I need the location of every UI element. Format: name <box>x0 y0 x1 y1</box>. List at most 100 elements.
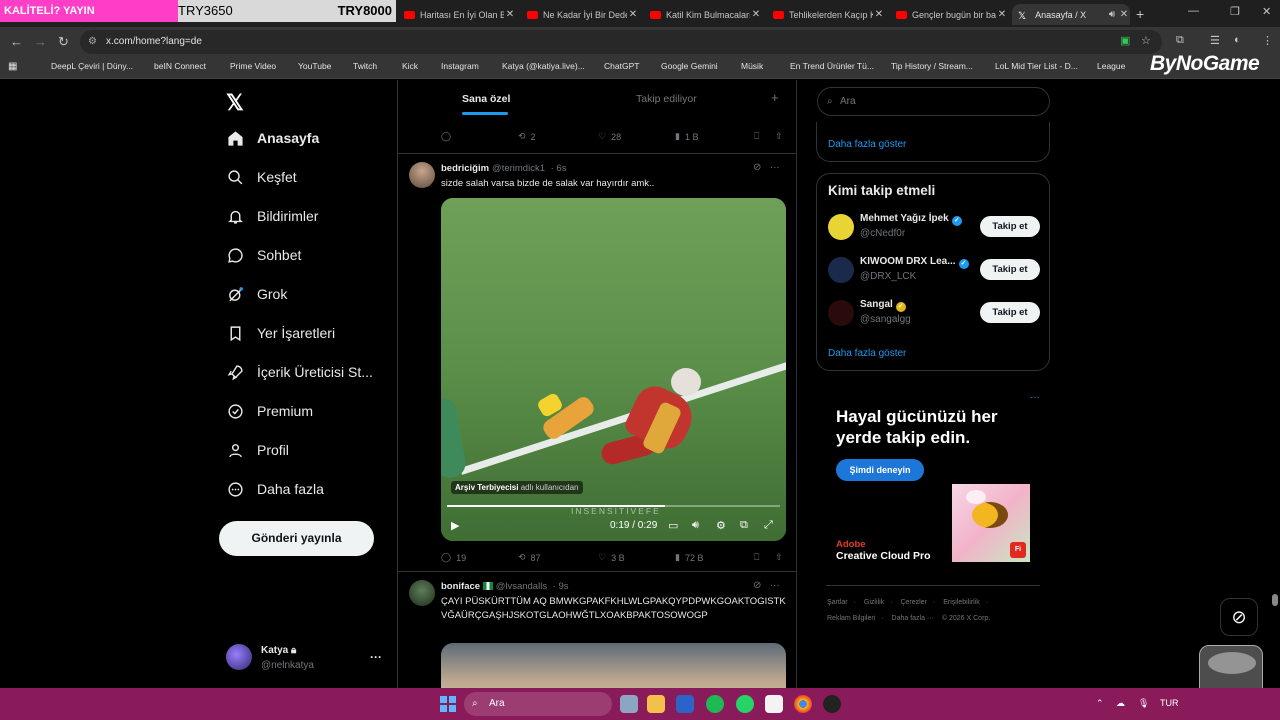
share-icon[interactable]: ⇧ <box>775 552 783 563</box>
obs-icon[interactable] <box>823 695 841 713</box>
like-button[interactable]: ♡ 3 B <box>598 552 625 563</box>
tweet-image[interactable] <box>441 643 786 688</box>
more-dots-icon[interactable]: ··· <box>370 650 382 664</box>
mic-icon[interactable]: 🎙︎ <box>1138 698 1149 709</box>
minimize-icon[interactable]: — <box>1188 5 1199 17</box>
bookmark-folder[interactable]: Müsik <box>728 61 763 71</box>
reload-icon[interactable]: ↻ <box>58 34 69 50</box>
bookmark-item[interactable]: LoL Mid Tier List - D... <box>982 61 1078 71</box>
tab-audio-icon[interactable]: 🔊︎ <box>1106 9 1118 20</box>
close-tab-icon[interactable]: ✕ <box>504 9 516 20</box>
nav-item-premium[interactable]: Premium <box>226 396 313 426</box>
tab-for-you[interactable]: Sana özel <box>462 93 510 115</box>
tab-following[interactable]: Takip ediliyor <box>636 93 697 105</box>
bookmark-item[interactable]: Katya (@katiya.live)... <box>489 61 585 71</box>
site-info-icon[interactable]: ⚙ <box>88 30 97 54</box>
play-icon[interactable]: ▶ <box>451 519 459 532</box>
scrollbar[interactable] <box>1272 80 1278 688</box>
taskbar-search[interactable]: ⌕ Ara <box>464 692 612 716</box>
fullscreen-icon[interactable]: ⤢ <box>764 519 773 532</box>
follow-button[interactable]: Takip et <box>980 302 1040 323</box>
new-tab-button[interactable]: + <box>1136 6 1144 22</box>
close-tab-icon[interactable]: ✕ <box>996 9 1008 20</box>
bookmark-item[interactable]: En Trend Ürünler Tü... <box>777 61 874 71</box>
bookmark-item[interactable]: ChatGPT <box>591 61 639 71</box>
volume-icon[interactable]: 🔊︎ <box>692 519 699 532</box>
pip-icon[interactable]: ⧉ <box>740 519 748 532</box>
mail-icon[interactable] <box>676 695 694 713</box>
bookmark-item[interactable]: Kick <box>389 61 418 71</box>
language-indicator[interactable]: TUR <box>1160 698 1179 708</box>
close-tab-icon[interactable]: ✕ <box>1118 9 1130 20</box>
avatar[interactable] <box>409 162 435 188</box>
footer-link[interactable]: Çerezler <box>900 599 926 606</box>
footer-link[interactable]: Şartlar <box>827 599 848 606</box>
close-tab-icon[interactable]: ✕ <box>750 9 762 20</box>
nav-item-home[interactable]: Anasayfa <box>226 123 319 153</box>
close-tab-icon[interactable]: ✕ <box>873 9 885 20</box>
reply-icon[interactable]: ◯ <box>441 131 451 142</box>
show-more-link[interactable]: Daha fazla göster <box>828 348 906 359</box>
browser-tab[interactable]: Ne Kadar İyi Bir Dede ✕ <box>521 4 639 25</box>
follow-button[interactable]: Takip et <box>980 216 1040 237</box>
bookmark-item[interactable]: YouTube <box>285 61 331 71</box>
settings-gear-icon[interactable]: ⚙ <box>716 519 726 532</box>
post-button[interactable]: Gönderi yayınla <box>219 521 374 556</box>
avatar[interactable] <box>409 580 435 606</box>
bookmark-item[interactable]: League <box>1084 61 1125 71</box>
more-dots-icon[interactable]: ··· <box>770 162 780 173</box>
share-icon[interactable]: ⇧ <box>775 131 783 142</box>
like-button[interactable]: ♡ 28 <box>598 131 621 142</box>
bookmark-item[interactable]: Twitch <box>340 61 377 71</box>
back-arrow-icon[interactable]: ← <box>10 34 23 49</box>
grok-floating-button[interactable]: ⊘ <box>1220 598 1258 636</box>
follow-suggestion[interactable]: KIWOOM DRX Lea... ✓ @DRX_LCK Takip et <box>828 255 1040 289</box>
grok-icon[interactable]: ⊘ <box>753 162 761 173</box>
nav-item-profile[interactable]: Profil <box>226 435 289 465</box>
bookmark-icon[interactable]: ⎕ <box>754 131 759 142</box>
tweet[interactable]: boniface @lvsandalls · 9s ⊘ ··· ÇAYI PÜS… <box>398 572 796 688</box>
browser-tab-active[interactable]: 𝕏 Anasayfa / X 🔊︎ ✕ <box>1012 4 1130 25</box>
avatar[interactable] <box>828 300 854 326</box>
browser-tab[interactable]: Katil Kim Bulmacaları ✕ <box>644 4 762 25</box>
nav-item-bookmarks[interactable]: Yer İşaretleri <box>226 318 335 348</box>
follow-suggestion[interactable]: Sangal ✓ @sangalgg Takip et <box>828 298 1040 332</box>
x-logo-icon[interactable]: 𝕏 <box>226 90 244 116</box>
nav-item-more[interactable]: Daha fazla <box>226 474 324 504</box>
bookmark-item[interactable]: DeepL Çeviri | Düny... <box>38 61 133 71</box>
avatar[interactable] <box>828 257 854 283</box>
whatsapp-icon[interactable] <box>736 695 754 713</box>
account-switcher[interactable]: Katya 🔒︎ @nelnkatya ··· <box>226 642 386 676</box>
browser-tab[interactable]: Gençler bugün bir ba ✕ <box>890 4 1008 25</box>
browser-menu-icon[interactable]: ⋮ <box>1262 34 1273 47</box>
ad-image[interactable]: Fi <box>952 484 1030 562</box>
nav-item-explore[interactable]: Keşfet <box>226 162 297 192</box>
nav-item-grok[interactable]: Grok <box>226 279 287 309</box>
tweet-author[interactable]: boniface @lvsandalls · 9s <box>441 581 569 592</box>
address-bar[interactable]: ⚙ x.com/home?lang=de <box>80 30 1162 54</box>
nav-item-chat[interactable]: Sohbet <box>226 240 301 270</box>
add-feed-icon[interactable]: + <box>771 90 779 105</box>
more-dots-icon[interactable]: ··· <box>770 580 780 591</box>
bookmark-item[interactable]: Google Gemini <box>648 61 718 71</box>
avatar[interactable] <box>828 214 854 240</box>
bookmark-item[interactable]: Instagram <box>428 61 479 71</box>
cloud-icon[interactable]: ☁ <box>1116 698 1125 709</box>
views-button[interactable]: ▮ 1 B <box>675 131 698 142</box>
footer-link[interactable]: Erişilebilirlik <box>943 599 980 606</box>
ad-card[interactable]: ··· Hayal gücünüzü her yerde takip edin.… <box>826 392 1040 582</box>
close-tab-icon[interactable]: ✕ <box>627 9 639 20</box>
close-window-icon[interactable]: ✕ <box>1262 5 1271 18</box>
footer-link[interactable]: Gizlilik <box>864 599 884 606</box>
follow-button[interactable]: Takip et <box>980 259 1040 280</box>
bookmark-item[interactable]: Prime Video <box>217 61 276 71</box>
browser-tab[interactable]: Tehlikelerden Kaçıp K ✕ <box>767 4 885 25</box>
nav-item-notifications[interactable]: Bildirimler <box>226 201 318 231</box>
profile-avatar-icon[interactable]: ◐ <box>1234 34 1241 46</box>
windows-start-icon[interactable] <box>440 696 456 712</box>
nav-item-creator-studio[interactable]: İçerik Üreticisi St... <box>226 357 373 387</box>
search-input[interactable]: ⌕ Ara <box>817 87 1050 116</box>
forward-arrow-icon[interactable]: → <box>34 34 47 49</box>
scrollbar-thumb[interactable] <box>1272 594 1278 606</box>
repost-button[interactable]: ⟲ 87 <box>518 552 541 563</box>
